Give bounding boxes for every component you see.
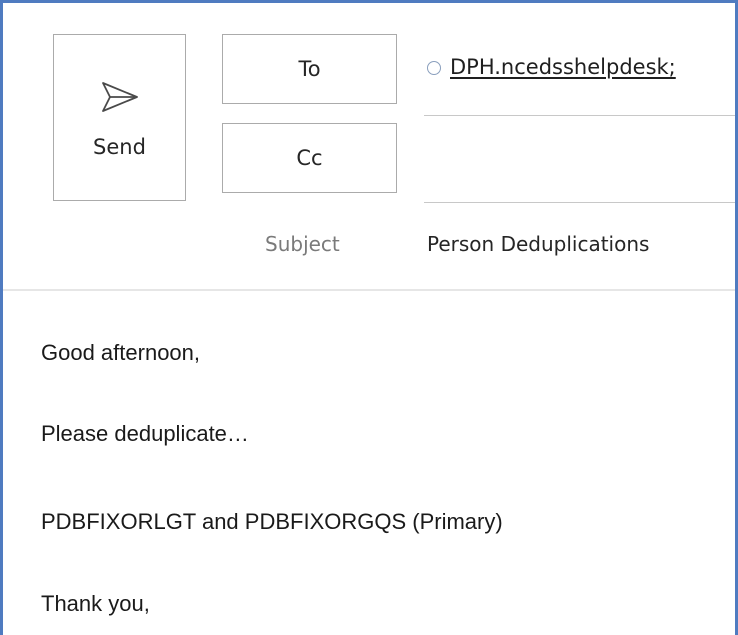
to-button[interactable]: To xyxy=(222,34,397,104)
send-label: Send xyxy=(93,134,146,159)
compose-header: Send To Cc DPH.ncedsshelpdesk; Subject P… xyxy=(3,3,735,289)
cc-button[interactable]: Cc xyxy=(222,123,397,193)
send-icon xyxy=(101,81,138,112)
body-line-request: Please deduplicate… xyxy=(41,421,249,446)
to-label: To xyxy=(298,57,321,81)
send-button[interactable]: Send xyxy=(53,34,186,201)
recipient-name[interactable]: DPH.ncedsshelpdesk; xyxy=(450,55,676,79)
message-body[interactable]: Good afternoon, Please deduplicate… PDBF… xyxy=(3,291,735,635)
subject-input[interactable]: Person Deduplications xyxy=(427,232,649,256)
email-compose-window: Send To Cc DPH.ncedsshelpdesk; Subject P… xyxy=(0,0,738,635)
body-line-greeting: Good afternoon, xyxy=(41,340,201,365)
cc-label: Cc xyxy=(296,146,323,170)
cc-field[interactable] xyxy=(424,202,735,203)
body-line-closing: Thank you, xyxy=(41,591,150,616)
subject-label: Subject xyxy=(265,232,340,256)
to-recipient-chip[interactable]: DPH.ncedsshelpdesk; xyxy=(427,55,676,79)
to-field-underline xyxy=(424,115,735,116)
presence-status-icon xyxy=(427,61,441,75)
body-line-ids: PDBFIXORLGT and PDBFIXORGQS (Primary) xyxy=(41,509,503,534)
